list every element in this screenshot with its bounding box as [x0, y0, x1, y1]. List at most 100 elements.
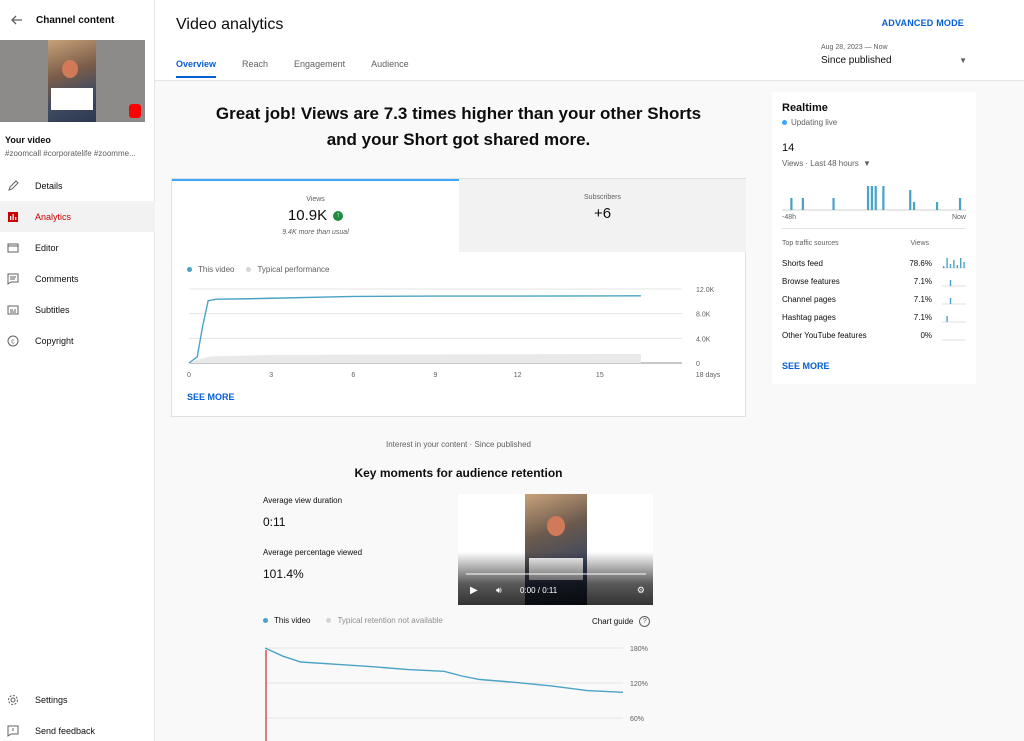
headline-line1: Great job! Views are 7.3 times higher th… — [215, 104, 702, 123]
realtime-bar-chart — [782, 186, 966, 211]
sparkline-bar — [949, 298, 952, 304]
realtime-bar — [935, 202, 939, 210]
realtime-card: Realtime Updating live 14 Views · Last 4… — [772, 92, 976, 384]
traffic-source-sparkline — [942, 280, 966, 287]
tab-audience[interactable]: Audience — [371, 59, 409, 78]
traffic-source-sparkline — [942, 339, 966, 341]
retention-line — [264, 647, 624, 694]
subscribers-value: +6 — [593, 205, 612, 222]
traffic-source-row: Shorts feed 78.6% — [782, 258, 966, 277]
tab-engagement[interactable]: Engagement — [294, 59, 345, 78]
traffic-source-name: Hashtag pages — [782, 313, 836, 322]
sidebar-item-subtitles[interactable]: Subtitles — [0, 294, 155, 325]
sidebar-item-label: Subtitles — [35, 304, 70, 315]
copyright-icon: c — [6, 334, 20, 348]
sparkline-bar — [946, 316, 948, 322]
realtime-title: Realtime — [782, 102, 828, 114]
views-card: Views 10.9K ↑ 9.4K more than usual Subsc… — [171, 178, 746, 417]
views-value-row: 10.9K ↑ — [172, 207, 459, 224]
video-face — [547, 516, 565, 536]
views-label: Views — [306, 196, 325, 203]
views-tab[interactable]: Views 10.9K ↑ 9.4K more than usual — [172, 179, 459, 252]
caret-down-icon: ▼ — [959, 56, 967, 65]
x-tick-label: 15 — [596, 372, 604, 379]
axis-right: Now — [951, 214, 966, 221]
sidebar-item-copyright[interactable]: c Copyright — [0, 325, 155, 356]
caret-down-icon: ▼ — [863, 159, 871, 168]
video-player[interactable]: ▶ 🔊︎ 0:00 / 0:11 ⚙ — [458, 494, 653, 605]
help-icon: ? — [639, 616, 651, 627]
advanced-mode-button[interactable]: ADVANCED MODE — [882, 18, 964, 28]
sparkline-bar — [956, 265, 958, 268]
date-range-select[interactable]: Aug 28, 2023 — Now Since published ▼ — [821, 44, 967, 66]
sidebar-item-analytics[interactable]: Analytics — [0, 201, 155, 232]
sidebar-item-feedback[interactable]: Send feedback — [0, 715, 155, 741]
traffic-source-row: Channel pages 7.1% — [782, 295, 966, 313]
thumbnail-caption — [51, 88, 93, 110]
analytics-icon — [6, 210, 20, 224]
arrow-up-icon: ↑ — [333, 210, 344, 221]
video-thumbnail[interactable] — [0, 40, 145, 122]
divider — [782, 228, 966, 229]
thumbnail-face — [62, 60, 78, 78]
subscribers-label: Subscribers — [584, 194, 621, 201]
sidebar-item-label: Comments — [35, 273, 79, 284]
y-tick-label: 4.0K — [696, 336, 711, 343]
sidebar-item-settings[interactable]: Settings — [0, 684, 155, 715]
y-tick-label: 60% — [630, 716, 644, 723]
retention-title: Key moments for audience retention — [354, 466, 563, 480]
sparkline-bar — [960, 258, 962, 268]
legend-this-video: This video — [187, 265, 234, 274]
legend-typical: Typical performance — [246, 265, 330, 274]
y-tick-label: 8.0K — [696, 312, 711, 319]
volume-icon[interactable]: 🔊︎ — [496, 585, 502, 596]
sparkline-bar — [949, 280, 952, 286]
sidebar: Channel content Your video #zoomcall #co… — [0, 0, 155, 741]
play-icon[interactable]: ▶ — [470, 585, 478, 596]
tab-reach[interactable]: Reach — [242, 59, 268, 78]
realtime-bar — [874, 186, 877, 210]
sidebar-item-label: Send feedback — [35, 725, 96, 736]
subscribers-tab[interactable]: Subscribers +6 — [459, 179, 746, 252]
progress-bar[interactable] — [466, 573, 646, 575]
realtime-bar — [801, 198, 804, 210]
retention-legend: This video Typical retention not availab… — [263, 616, 443, 625]
views-see-more-link[interactable]: SEE MORE — [187, 392, 235, 402]
sources-header: Top traffic sources — [782, 240, 839, 247]
subtitles-icon — [6, 303, 20, 317]
retention-chart: 180% 120% 60% — [264, 646, 648, 741]
comments-icon — [6, 272, 20, 286]
y-tick-label: 180% — [630, 646, 648, 653]
avg-pct-label: Average percentage viewed — [263, 548, 363, 557]
sidebar-nav: Details Analytics Editor Comments Subtit… — [0, 170, 155, 356]
editor-icon — [6, 241, 20, 255]
views-note: 9.4K more than usual — [282, 229, 349, 236]
realtime-bar — [958, 198, 962, 210]
avg-pct-value: 101.4% — [263, 567, 304, 581]
feedback-icon — [6, 724, 20, 738]
avg-duration-label: Average view duration — [263, 496, 343, 505]
arrow-left-icon[interactable] — [6, 9, 28, 31]
interest-caption: Interest in your content · Since publish… — [386, 440, 531, 449]
live-label: Updating live — [791, 118, 838, 127]
realtime-bar — [870, 186, 873, 210]
sidebar-item-details[interactable]: Details — [0, 170, 155, 201]
views-value: 10.9K — [287, 207, 328, 224]
legend-label: Typical retention not available — [337, 616, 443, 625]
sidebar-item-comments[interactable]: Comments — [0, 263, 155, 294]
realtime-see-more-link[interactable]: SEE MORE — [782, 361, 830, 371]
tab-overview[interactable]: Overview — [176, 59, 217, 78]
traffic-source-sparkline — [942, 298, 966, 305]
settings-gear-icon[interactable]: ⚙ — [637, 585, 645, 596]
realtime-bar — [790, 198, 793, 210]
chart-guide-button[interactable]: Chart guide ? — [592, 616, 651, 627]
traffic-source-sparkline — [942, 316, 966, 323]
sidebar-bottom: Settings Send feedback — [0, 684, 155, 741]
realtime-period-select[interactable]: Views · Last 48 hours ▼ — [782, 159, 871, 168]
views-chart: 12.0K 8.0K 4.0K 0 0 3 6 9 12 15 18 days — [187, 287, 721, 379]
sidebar-item-editor[interactable]: Editor — [0, 232, 155, 263]
traffic-source-name: Channel pages — [782, 295, 836, 304]
traffic-source-pct: 7.1% — [913, 313, 932, 322]
sparkline-bar — [943, 266, 945, 268]
traffic-source-row: Other YouTube features 0% — [782, 331, 966, 349]
